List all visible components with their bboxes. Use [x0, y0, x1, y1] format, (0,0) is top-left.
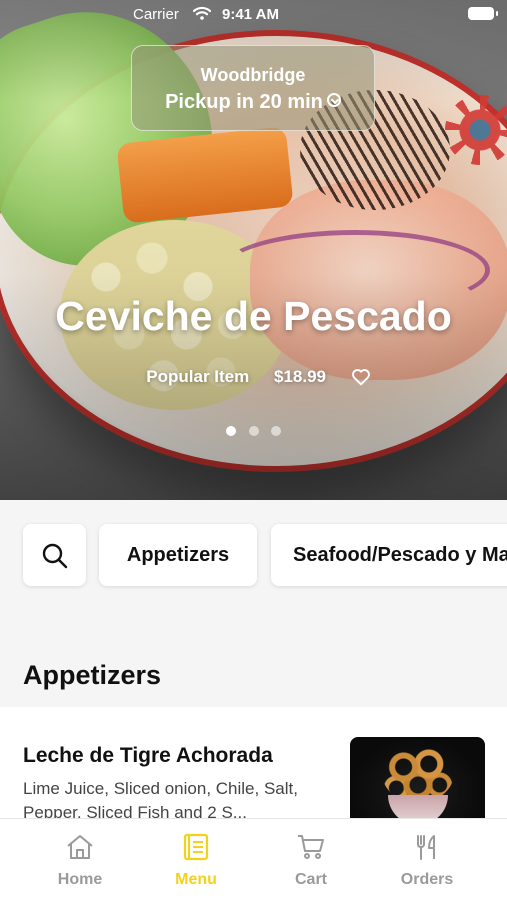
category-chip-seafood[interactable]: Seafood/Pescado y Mariscos — [271, 524, 507, 586]
tab-menu[interactable]: Menu — [133, 819, 259, 901]
menu-item-name: Leche de Tigre Achorada — [23, 744, 273, 767]
category-bar: Appetizers Seafood/Pescado y Mariscos — [0, 500, 507, 610]
carousel-dot[interactable] — [248, 426, 259, 436]
menu-list: Leche de Tigre Achorada Lime Juice, Slic… — [0, 707, 507, 837]
section-title: Appetizers — [23, 660, 162, 690]
tab-orders-label: Orders — [400, 871, 454, 888]
chevron-down-circle-icon — [326, 93, 341, 107]
search-button[interactable] — [23, 524, 86, 586]
carousel-dots — [0, 423, 507, 441]
carousel-dot[interactable] — [270, 426, 281, 436]
battery-icon — [468, 7, 498, 20]
menu-item-image-rings — [382, 743, 454, 803]
carrier-label: Carrier — [133, 6, 179, 23]
clock: 9:41 AM — [222, 6, 279, 23]
pickup-label: Pickup in 20 min — [165, 91, 323, 113]
tab-bar: Home Menu Cart Orders — [0, 818, 507, 901]
popular-badge: Popular Item — [146, 366, 250, 386]
hero-title[interactable]: Ceviche de Pescado — [0, 293, 507, 340]
category-chip-appetizers[interactable]: Appetizers — [99, 524, 257, 586]
tab-home[interactable]: Home — [17, 819, 143, 901]
carousel-dot-active[interactable] — [226, 426, 237, 436]
menu-icon — [183, 833, 209, 861]
location-name: Woodbridge — [200, 65, 306, 85]
fork-knife-icon — [417, 835, 435, 860]
hero-meta: Popular Item $18.99 — [0, 366, 507, 387]
heart-icon[interactable] — [351, 368, 371, 386]
wifi-icon — [193, 6, 211, 20]
cart-icon — [298, 835, 324, 859]
tab-home-label: Home — [57, 871, 103, 888]
home-icon — [67, 835, 93, 859]
location-selector[interactable]: Woodbridge Pickup in 20 min — [131, 45, 375, 131]
tab-orders[interactable]: Orders — [364, 819, 490, 901]
tab-cart-label: Cart — [294, 871, 327, 888]
status-bar: Carrier 9:41 AM — [0, 0, 507, 30]
tab-menu-label: Menu — [175, 871, 217, 888]
tab-cart[interactable]: Cart — [248, 819, 374, 901]
search-icon — [42, 543, 68, 569]
pickup-time: Pickup in 20 min — [132, 91, 374, 114]
hero-price: $18.99 — [273, 366, 326, 386]
